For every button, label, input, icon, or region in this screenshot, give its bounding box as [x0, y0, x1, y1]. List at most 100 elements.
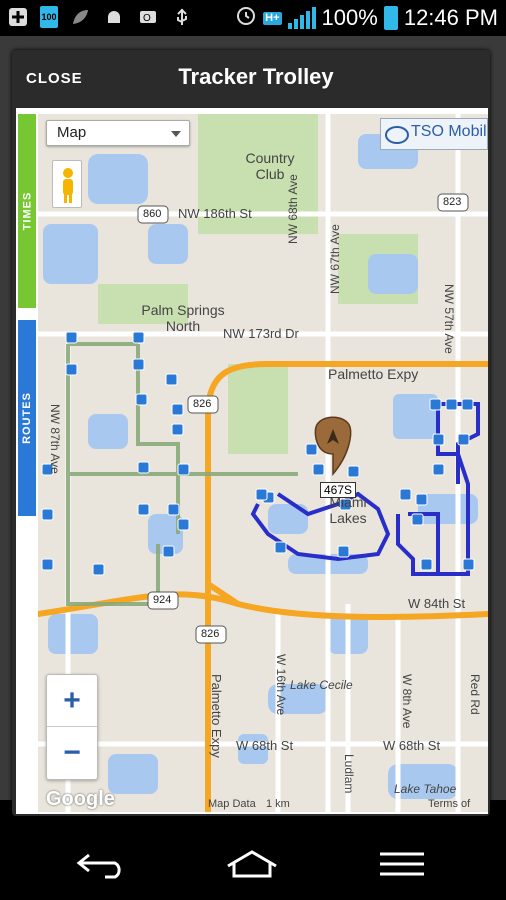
lake — [108, 754, 158, 794]
battery-percent: 100% — [321, 5, 378, 30]
map-label-w84: W 84th St — [408, 596, 466, 611]
bus-stop-icon — [177, 518, 190, 531]
map-label-nw67: NW 67th Ave — [328, 224, 342, 294]
bus-stop-icon — [137, 461, 150, 474]
map-label-823: 823 — [443, 196, 462, 208]
map-scale: 1 km — [266, 798, 290, 810]
bus-stop-icon — [432, 433, 445, 446]
vehicle-id-label[interactable]: 467S — [320, 482, 357, 498]
bus-stop-icon — [165, 373, 178, 386]
map-label-826b: 826 — [201, 628, 220, 640]
signal-strength-icon — [287, 7, 316, 29]
tab-times-label: TIMES — [21, 191, 33, 231]
bus-stop-icon — [162, 545, 175, 558]
map-label-palm-springs: Palm Springs North — [141, 302, 225, 334]
lake — [148, 224, 188, 264]
lake — [368, 254, 418, 294]
lake — [48, 614, 98, 654]
svg-text:O: O — [143, 13, 151, 24]
terms-link[interactable]: Terms of — [428, 798, 470, 810]
map-label-w68b: W 68th St — [383, 738, 441, 753]
plus-notification-icon — [6, 6, 30, 28]
bus-stop-icon — [462, 558, 475, 571]
alarm-icon — [235, 4, 257, 32]
bus-stop-icon — [411, 513, 424, 526]
bus-stop-icon — [171, 403, 184, 416]
bus-stop-icon — [305, 443, 318, 456]
bus-stop-icon — [347, 465, 360, 478]
map-label-nw186: NW 186th St — [178, 206, 252, 221]
dialog-titlebar: Tracker Trolley CLOSE — [12, 50, 490, 106]
tab-times[interactable]: TIMES — [18, 114, 36, 308]
bus-stop-icon — [429, 398, 442, 411]
side-tabs: TIMES ROUTES — [18, 114, 36, 812]
map-type-select[interactable]: Map — [46, 120, 190, 146]
map-view[interactable]: Country Club NW 186th St 860 823 826 826… — [38, 114, 488, 812]
tso-mobile-logo-text: TSO Mobile — [411, 123, 488, 140]
map-label-palmetto-expy: Palmetto Expy — [328, 366, 419, 382]
zoom-controls: + − — [46, 674, 98, 780]
bus-stop-icon — [167, 503, 180, 516]
bus-stop-icon — [415, 493, 428, 506]
bus-stop-icon — [337, 545, 350, 558]
close-button[interactable]: CLOSE — [26, 70, 83, 87]
bus-stop-icon — [255, 488, 268, 501]
back-icon — [76, 853, 121, 879]
back-button[interactable] — [72, 844, 132, 884]
bus-stop-icon — [132, 358, 145, 371]
map-label-red-rd: Red Rd — [468, 674, 482, 715]
home-icon — [227, 850, 277, 878]
tracker-dialog: Tracker Trolley CLOSE TIMES ROUTES Count… — [12, 50, 490, 816]
park-area — [228, 364, 288, 454]
map-label-palmetto-expy-south: Palmetto Expy — [209, 674, 224, 758]
chevron-down-icon — [171, 131, 181, 137]
network-type-badge: H+ — [263, 11, 282, 25]
map-canvas[interactable] — [38, 114, 488, 812]
system-navigation-bar — [0, 826, 506, 900]
map-data-attribution[interactable]: Map Data — [208, 798, 256, 810]
map-label-nw87: NW 87th Ave — [48, 404, 62, 474]
home-button[interactable] — [222, 844, 282, 884]
bus-stop-icon — [461, 398, 474, 411]
map-label-lake-cecile: Lake Cecile — [290, 678, 353, 692]
bus-stop-icon — [171, 423, 184, 436]
leaf-icon — [68, 6, 92, 28]
bus-stop-icon — [41, 508, 54, 521]
map-label-miami-lakes: Miami Lakes — [329, 494, 367, 526]
tab-routes-label: ROUTES — [21, 392, 33, 444]
bus-stop-icon — [312, 463, 325, 476]
map-label-nw68: NW 68th Ave — [286, 174, 300, 244]
map-label-924: 924 — [153, 594, 172, 606]
map-label-860: 860 — [143, 208, 162, 220]
status-bar: 100 O H+ 100% 12:46 PM — [0, 0, 506, 36]
tso-mobile-logo: TSO Mobile — [380, 118, 488, 150]
bus-stop-icon — [274, 541, 287, 554]
bus-stop-icon — [432, 463, 445, 476]
street-view-pegman-icon[interactable] — [52, 160, 82, 208]
zoom-out-button[interactable]: − — [47, 727, 97, 779]
map-label-w8: W 8th Ave — [400, 674, 414, 729]
dialog-content: TIMES ROUTES Country Club NW 186th St 86… — [16, 108, 488, 814]
zoom-in-button[interactable]: + — [47, 675, 97, 727]
bus-stop-icon — [65, 363, 78, 376]
bus-stop-icon — [399, 488, 412, 501]
bus-stop-icon — [135, 393, 148, 406]
map-label-w68a: W 68th St — [236, 738, 294, 753]
bus-stop-icon — [457, 433, 470, 446]
bus-stop-icon — [177, 463, 190, 476]
map-label-nw173: NW 173rd Dr — [223, 326, 299, 341]
battery-full-notification-icon: 100 — [40, 6, 58, 28]
map-label-lake-tahoe: Lake Tahoe — [394, 782, 457, 796]
map-type-value: Map — [57, 124, 87, 141]
map-label-w16: W 16th Ave — [274, 654, 288, 716]
lake — [88, 154, 148, 204]
dialog-title: Tracker Trolley — [178, 64, 334, 89]
menu-icon — [380, 852, 424, 876]
lake — [43, 224, 98, 284]
clock-time: 12:46 PM — [403, 5, 498, 30]
menu-button[interactable] — [372, 844, 432, 884]
map-label-nw57: NW 57th Ave — [442, 284, 456, 354]
tab-routes[interactable]: ROUTES — [18, 320, 36, 516]
bus-stop-icon — [41, 558, 54, 571]
android-icon — [102, 6, 126, 28]
